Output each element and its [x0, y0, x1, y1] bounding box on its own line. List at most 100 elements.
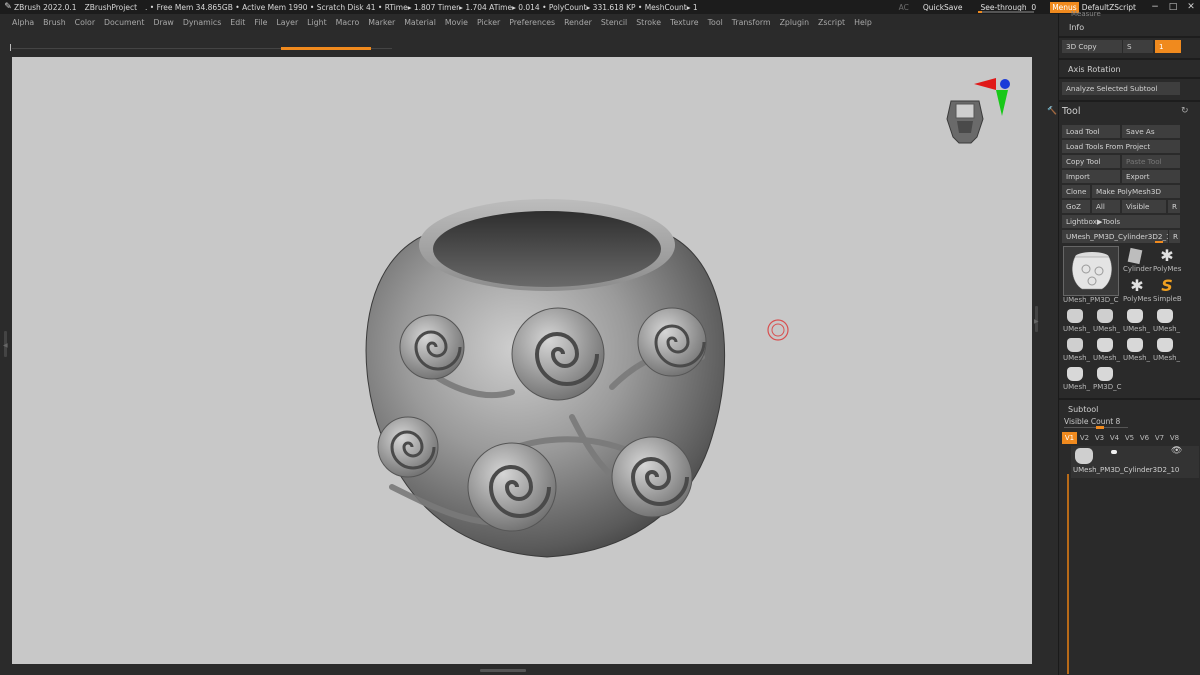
- menu-macro[interactable]: Macro: [336, 18, 360, 27]
- analyze-subtool-button[interactable]: Analyze Selected Subtool: [1062, 82, 1180, 95]
- simplebrush-s-icon[interactable]: S: [1157, 276, 1177, 296]
- menu-render[interactable]: Render: [564, 18, 592, 27]
- sculpt-scene: [365, 78, 1010, 558]
- menu-light[interactable]: Light: [307, 18, 326, 27]
- umesh-thumb-1[interactable]: [1067, 309, 1083, 323]
- load-tools-from-project-button[interactable]: Load Tools From Project: [1062, 140, 1180, 153]
- pot-opening: [433, 211, 661, 287]
- menu-texture[interactable]: Texture: [670, 18, 699, 27]
- main-tool-thumbnail[interactable]: [1063, 246, 1119, 296]
- menu-preferences[interactable]: Preferences: [509, 18, 555, 27]
- visible-count-slider[interactable]: Visible Count 8: [1064, 417, 1120, 426]
- menu-stencil[interactable]: Stencil: [601, 18, 627, 27]
- eye-visibility-icon[interactable]: 👁: [1171, 446, 1182, 456]
- tab-v3[interactable]: V3: [1092, 432, 1107, 444]
- quicksave-button[interactable]: QuickSave: [923, 3, 963, 12]
- subtool-row[interactable]: 👁 UMesh_PM3D_Cylinder3D2_10: [1071, 446, 1199, 478]
- menu-layer[interactable]: Layer: [276, 18, 298, 27]
- cylinder-thumbnail-icon[interactable]: [1125, 246, 1145, 266]
- polymesh-star-icon[interactable]: ✱: [1157, 246, 1177, 266]
- umesh-thumb-6[interactable]: [1097, 338, 1113, 352]
- info-header[interactable]: Info: [1069, 23, 1084, 32]
- subtool-name: UMesh_PM3D_Cylinder3D2_10: [1073, 466, 1180, 474]
- menu-movie[interactable]: Movie: [445, 18, 468, 27]
- subtool-thumbnail: [1075, 448, 1093, 464]
- menu-marker[interactable]: Marker: [368, 18, 395, 27]
- refresh-icon[interactable]: ↻: [1181, 106, 1189, 116]
- menu-zscript[interactable]: Zscript: [818, 18, 845, 27]
- see-through-slider[interactable]: See-through 0: [978, 3, 1038, 13]
- menu-alpha[interactable]: Alpha: [12, 18, 34, 27]
- goz-visible-button[interactable]: Visible: [1122, 200, 1166, 213]
- memory-stats: . • Free Mem 34.865GB • Active Mem 1990 …: [145, 2, 698, 12]
- menu-bar: Alpha Brush Color Document Draw Dynamics…: [0, 14, 1058, 30]
- tool-header[interactable]: Tool: [1062, 106, 1080, 117]
- canvas-viewport[interactable]: [12, 57, 1032, 664]
- menu-tool[interactable]: Tool: [708, 18, 723, 27]
- umesh-label-6: UMesh_: [1093, 354, 1121, 362]
- umesh-thumb-7[interactable]: [1127, 338, 1143, 352]
- menu-transform[interactable]: Transform: [732, 18, 771, 27]
- menu-help[interactable]: Help: [854, 18, 872, 27]
- paste-tool-button[interactable]: Paste Tool: [1122, 155, 1180, 168]
- menu-color[interactable]: Color: [75, 18, 95, 27]
- 3d-copy-value-field[interactable]: 1: [1155, 40, 1181, 53]
- umesh-label-8: UMesh_: [1153, 354, 1181, 362]
- make-polymesh3d-button[interactable]: Make PolyMesh3D: [1092, 185, 1180, 198]
- tab-v5[interactable]: V5: [1122, 432, 1137, 444]
- export-button[interactable]: Export: [1122, 170, 1180, 183]
- umesh-label-4: UMesh_: [1153, 325, 1181, 333]
- goz-r-button[interactable]: R: [1168, 200, 1180, 213]
- menu-material[interactable]: Material: [404, 18, 436, 27]
- lightbox-tools-button[interactable]: Lightbox▶Tools: [1062, 215, 1180, 228]
- progress-bar: [281, 47, 371, 50]
- minimize-button[interactable]: −: [1146, 2, 1164, 12]
- umesh-thumb-2[interactable]: [1097, 309, 1113, 323]
- umesh-thumb-4[interactable]: [1157, 309, 1173, 323]
- close-button[interactable]: ✕: [1182, 2, 1200, 12]
- cylinder-label: Cylinder: [1123, 265, 1152, 273]
- umesh-thumb-5[interactable]: [1067, 338, 1083, 352]
- subtool-header[interactable]: Subtool: [1068, 405, 1098, 414]
- bottom-tray[interactable]: [0, 664, 1058, 675]
- maximize-button[interactable]: □: [1164, 2, 1182, 12]
- umesh-thumb-8[interactable]: [1157, 338, 1173, 352]
- 3d-copy-s-button[interactable]: S: [1123, 40, 1153, 53]
- menu-edit[interactable]: Edit: [230, 18, 245, 27]
- import-button[interactable]: Import: [1062, 170, 1120, 183]
- tab-v6[interactable]: V6: [1137, 432, 1152, 444]
- menu-document[interactable]: Document: [104, 18, 144, 27]
- goz-button[interactable]: GoZ: [1062, 200, 1090, 213]
- current-tool-slider[interactable]: UMesh_PM3D_Cylinder3D2_1: [1062, 230, 1168, 243]
- copy-tool-button[interactable]: Copy Tool: [1062, 155, 1120, 168]
- menu-draw[interactable]: Draw: [153, 18, 173, 27]
- save-as-button[interactable]: Save As: [1122, 125, 1180, 138]
- load-tool-button[interactable]: Load Tool: [1062, 125, 1120, 138]
- menu-stroke[interactable]: Stroke: [636, 18, 661, 27]
- goz-all-button[interactable]: All: [1092, 200, 1120, 213]
- menu-zplugin[interactable]: Zplugin: [780, 18, 809, 27]
- umesh-thumb-3[interactable]: [1127, 309, 1143, 323]
- menu-file[interactable]: File: [254, 18, 267, 27]
- clone-button[interactable]: Clone: [1062, 185, 1090, 198]
- bottom-tray-handle[interactable]: [480, 669, 526, 672]
- menu-picker[interactable]: Picker: [477, 18, 500, 27]
- umesh-thumb-10[interactable]: [1097, 367, 1113, 381]
- left-tray[interactable]: ◀: [0, 56, 12, 666]
- 3d-copy-button[interactable]: 3D Copy: [1062, 40, 1122, 53]
- menu-dynamics[interactable]: Dynamics: [183, 18, 221, 27]
- measure-header-partial[interactable]: Measure: [1071, 10, 1101, 18]
- current-tool-r-button[interactable]: R: [1169, 230, 1180, 243]
- tab-v8[interactable]: V8: [1167, 432, 1182, 444]
- tab-v7[interactable]: V7: [1152, 432, 1167, 444]
- umesh-thumb-9[interactable]: [1067, 367, 1083, 381]
- axis-rotation-header[interactable]: Axis Rotation: [1068, 65, 1121, 74]
- tab-v4[interactable]: V4: [1107, 432, 1122, 444]
- ac-button[interactable]: AC: [899, 3, 909, 12]
- subtool-scroll-indicator[interactable]: [1067, 474, 1069, 674]
- menu-brush[interactable]: Brush: [43, 18, 66, 27]
- polymesh-star-icon-2[interactable]: ✱: [1127, 276, 1147, 296]
- right-tray[interactable]: ▶: [1032, 56, 1058, 666]
- tab-v1[interactable]: V1: [1062, 432, 1077, 444]
- tab-v2[interactable]: V2: [1077, 432, 1092, 444]
